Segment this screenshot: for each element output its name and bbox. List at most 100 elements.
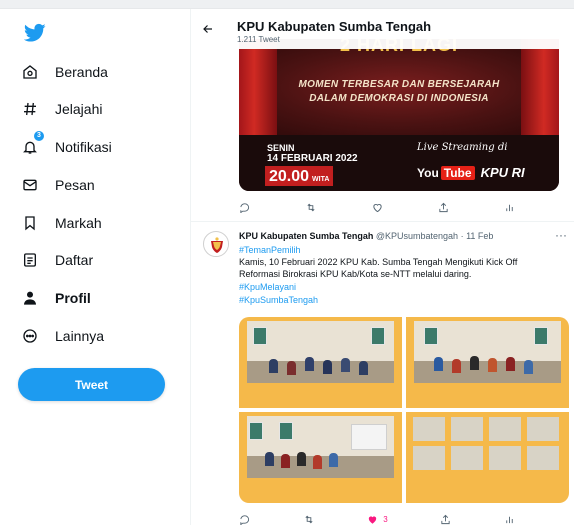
more-circle-icon — [20, 326, 40, 346]
share-icon[interactable] — [440, 514, 451, 525]
banner-time: 20.00 WITA — [265, 166, 334, 186]
sidebar-item-label: Notifikasi — [55, 139, 112, 155]
tweet-photo-grid — [239, 317, 569, 503]
sidebar-item-label: Daftar — [55, 252, 94, 268]
photo-caption-strip — [245, 387, 396, 405]
photo-person — [524, 360, 533, 374]
photo-person — [470, 356, 479, 370]
photo-person — [305, 357, 314, 371]
youtube-tube: Tube — [440, 165, 475, 180]
photo-window — [534, 327, 548, 345]
tweet-author-handle[interactable]: @KPUsumbatengah — [376, 231, 458, 241]
hashtag-link[interactable]: #TemanPemilih — [239, 244, 301, 256]
sidebar-item-lainnya[interactable]: Lainnya — [20, 321, 104, 351]
like-count: 3 — [383, 514, 388, 524]
sidebar-item-pesan[interactable]: Pesan — [20, 170, 95, 200]
tweet-button[interactable]: Tweet — [18, 368, 165, 401]
tweet-media-banner[interactable]: 2 HARI LAGI MOMEN TERBESAR DAN BERSEJARA… — [239, 39, 559, 191]
photo-person — [506, 357, 515, 371]
sidebar-item-profil[interactable]: Profil — [20, 283, 91, 313]
notification-badge: 3 — [34, 131, 44, 141]
tweet-author-name[interactable]: KPU Kabupaten Sumba Tengah — [239, 231, 373, 241]
sidebar-item-label: Pesan — [55, 177, 95, 193]
photo-window — [371, 327, 385, 345]
photo-collage-tile — [412, 416, 446, 442]
photo-caption-strip — [245, 482, 396, 500]
tweet-text-line: Kamis, 10 Februari 2022 KPU Kab. Sumba T… — [239, 257, 518, 267]
tweet-photo-4[interactable] — [406, 412, 569, 503]
page-title: KPU Kabupaten Sumba Tengah — [237, 19, 432, 34]
avatar[interactable] — [203, 231, 229, 257]
sidebar-item-notifikasi[interactable]: 3 Notifikasi — [20, 131, 112, 162]
sidebar-item-label: Jelajahi — [55, 101, 103, 117]
sidebar-item-daftar[interactable]: Daftar — [20, 245, 93, 275]
retweet-icon[interactable] — [303, 514, 315, 525]
banner-headline-2: DALAM DEMOKRASI DI INDONESIA — [309, 93, 489, 104]
photo-collage-tile — [488, 416, 522, 442]
sidebar-item-beranda[interactable]: Beranda — [20, 57, 108, 87]
photo-screen — [351, 424, 387, 450]
banner-day: SENIN — [267, 143, 295, 153]
photo-person — [341, 358, 350, 372]
photo-person — [359, 361, 368, 375]
reply-icon[interactable] — [239, 202, 250, 213]
share-icon[interactable] — [438, 202, 449, 213]
tweet-header: KPU Kabupaten Sumba Tengah @KPUsumbateng… — [239, 231, 493, 241]
photo-person — [269, 359, 278, 373]
kpu-ri-logo: KPU RI — [480, 165, 525, 180]
youtube-you: You — [417, 165, 439, 180]
envelope-icon — [20, 175, 40, 195]
sidebar-item-jelajahi[interactable]: Jelajahi — [20, 94, 102, 124]
photo-window — [249, 422, 263, 440]
tweet-photo-1[interactable] — [239, 317, 402, 408]
banner-date: 14 FEBRUARI 2022 — [267, 153, 358, 164]
person-icon — [20, 288, 40, 308]
photo-collage-tile — [526, 445, 560, 471]
tweet-time[interactable]: · 11 Feb — [461, 231, 494, 241]
photo-collage-tile — [488, 445, 522, 471]
sidebar: Beranda Jelajahi 3 Notifikasi Pesan Mark… — [0, 9, 190, 525]
tweet-actions: 3 — [239, 512, 515, 525]
photo-person — [323, 360, 332, 374]
sidebar-item-markah[interactable]: Markah — [20, 208, 102, 238]
like-icon[interactable] — [372, 202, 383, 213]
photo-person — [297, 452, 306, 466]
photo-person — [434, 357, 443, 371]
sidebar-item-label: Beranda — [55, 64, 108, 80]
browser-top-strip — [0, 0, 574, 9]
photo-caption-strip — [412, 387, 563, 405]
hashtag-link[interactable]: #KpuSumbaTengah — [239, 294, 318, 306]
tweet-photo-3[interactable] — [239, 412, 402, 503]
twitter-bird-icon[interactable] — [23, 23, 46, 43]
main-timeline: KPU Kabupaten Sumba Tengah 1.211 Tweet 2… — [190, 9, 574, 525]
sidebar-item-label: Markah — [55, 215, 102, 231]
photo-collage-tile — [450, 445, 484, 471]
hashtag-link[interactable]: #KpuMelayani — [239, 281, 296, 293]
analytics-icon[interactable] — [504, 202, 515, 213]
banner-stage: 2 HARI LAGI MOMEN TERBESAR DAN BERSEJARA… — [239, 39, 559, 135]
photo-caption-strip — [412, 482, 563, 500]
bookmark-icon — [20, 213, 40, 233]
list-icon — [20, 250, 40, 270]
photo-collage-tile — [412, 445, 446, 471]
banner-schedule: SENIN 14 FEBRUARI 2022 20.00 WITA Live S… — [239, 135, 559, 191]
more-options-icon[interactable]: ··· — [555, 228, 567, 242]
tweet-text-line: Reformasi Birokrasi KPU Kab/Kota se-NTT … — [239, 269, 472, 279]
retweet-icon[interactable] — [305, 202, 317, 213]
youtube-logo: You Tube KPU RI — [417, 165, 525, 180]
liked-heart-icon[interactable]: 3 — [367, 514, 388, 525]
back-arrow-icon[interactable] — [199, 20, 217, 38]
photo-person — [488, 358, 497, 372]
photo-person — [287, 361, 296, 375]
photo-person — [313, 455, 322, 469]
bell-icon: 3 — [20, 131, 44, 157]
analytics-icon[interactable] — [504, 514, 515, 525]
sidebar-item-label: Lainnya — [55, 328, 105, 344]
reply-icon[interactable] — [239, 514, 250, 525]
tweet-divider — [191, 221, 574, 222]
profile-header: KPU Kabupaten Sumba Tengah 1.211 Tweet — [191, 9, 574, 49]
photo-window — [253, 327, 267, 345]
photo-window — [279, 422, 293, 440]
tweet-photo-2[interactable] — [406, 317, 569, 408]
photo-collage-tile — [450, 416, 484, 442]
